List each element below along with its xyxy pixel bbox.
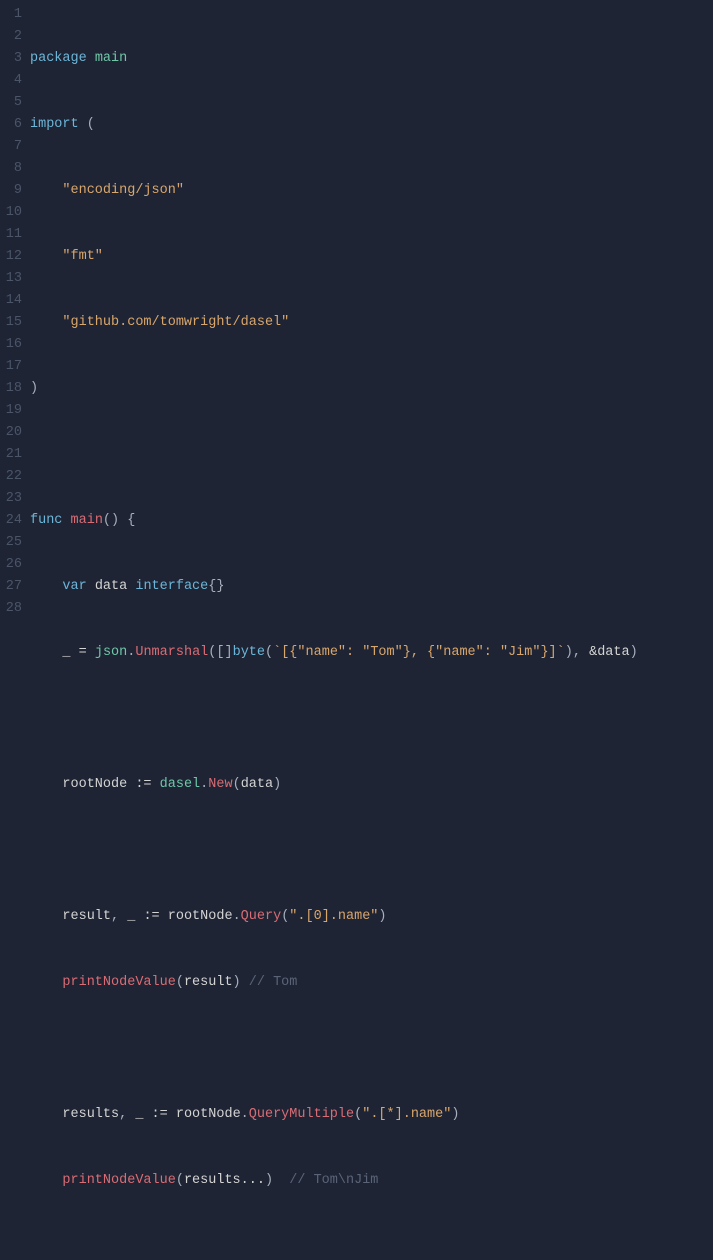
line-number: 18 <box>0 378 22 400</box>
line-number: 27 <box>0 576 22 598</box>
code-line <box>30 840 713 862</box>
line-number: 23 <box>0 488 22 510</box>
line-number: 6 <box>0 114 22 136</box>
line-number: 17 <box>0 356 22 378</box>
line-number: 20 <box>0 422 22 444</box>
line-number: 16 <box>0 334 22 356</box>
line-number: 3 <box>0 48 22 70</box>
code-line: printNodeValue(result) // Tom <box>30 972 713 994</box>
line-number: 26 <box>0 554 22 576</box>
code-line: results, _ := rootNode.QueryMultiple(".[… <box>30 1104 713 1126</box>
line-number-gutter: 1 2 3 4 5 6 7 8 9 10 11 12 13 14 15 16 1… <box>0 4 30 1260</box>
line-number: 4 <box>0 70 22 92</box>
line-number: 11 <box>0 224 22 246</box>
line-number: 14 <box>0 290 22 312</box>
code-line: "github.com/tomwright/dasel" <box>30 312 713 334</box>
code-line <box>30 444 713 466</box>
line-number: 2 <box>0 26 22 48</box>
code-line: "encoding/json" <box>30 180 713 202</box>
line-number: 9 <box>0 180 22 202</box>
code-line: printNodeValue(results...) // Tom\nJim <box>30 1170 713 1192</box>
code-line <box>30 1038 713 1060</box>
line-number: 24 <box>0 510 22 532</box>
line-number: 8 <box>0 158 22 180</box>
code-line: ) <box>30 378 713 400</box>
line-number: 21 <box>0 444 22 466</box>
code-line <box>30 708 713 730</box>
line-number: 10 <box>0 202 22 224</box>
line-number: 5 <box>0 92 22 114</box>
line-number: 13 <box>0 268 22 290</box>
code-line: _ = json.Unmarshal([]byte(`[{"name": "To… <box>30 642 713 664</box>
line-number: 7 <box>0 136 22 158</box>
code-line: package main <box>30 48 713 70</box>
code-line: result, _ := rootNode.Query(".[0].name") <box>30 906 713 928</box>
code-line: func main() { <box>30 510 713 532</box>
code-line: "fmt" <box>30 246 713 268</box>
code-line: var data interface{} <box>30 576 713 598</box>
code-editor: 1 2 3 4 5 6 7 8 9 10 11 12 13 14 15 16 1… <box>0 0 713 1260</box>
line-number: 22 <box>0 466 22 488</box>
line-number: 15 <box>0 312 22 334</box>
code-line: rootNode := dasel.New(data) <box>30 774 713 796</box>
code-area[interactable]: package main import ( "encoding/json" "f… <box>30 4 713 1260</box>
line-number: 12 <box>0 246 22 268</box>
code-line <box>30 1236 713 1258</box>
line-number: 25 <box>0 532 22 554</box>
line-number: 1 <box>0 4 22 26</box>
line-number: 19 <box>0 400 22 422</box>
code-line: import ( <box>30 114 713 136</box>
line-number: 28 <box>0 598 22 620</box>
